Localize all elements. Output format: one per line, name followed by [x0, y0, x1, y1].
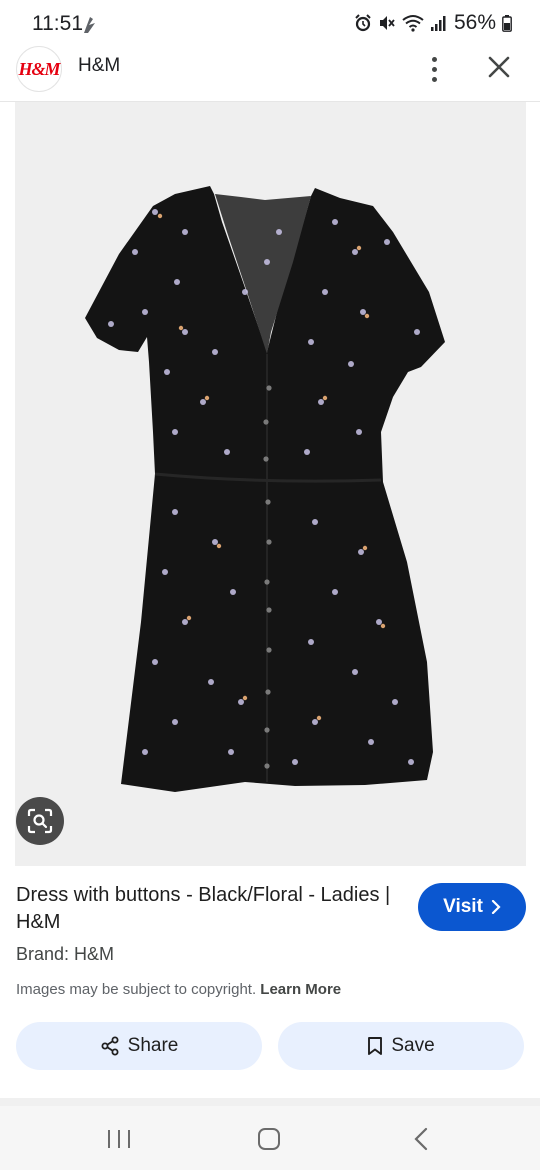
brand-logo[interactable]: H&M	[16, 46, 62, 92]
back-icon[interactable]	[412, 1127, 430, 1151]
share-label: Share	[127, 1035, 179, 1056]
chevron-right-icon	[491, 900, 501, 914]
notification-icon	[84, 17, 95, 33]
status-icons: 56%	[354, 11, 512, 35]
alarm-icon	[355, 14, 371, 32]
status-time: 11:51	[32, 12, 83, 35]
more-vert-icon[interactable]	[420, 50, 448, 88]
close-icon[interactable]	[484, 52, 514, 82]
copyright-text: Images may be subject to copyright.	[16, 981, 257, 998]
mute-icon	[379, 16, 395, 30]
result-panel: Dress with buttons - Black/Floral - Ladi…	[0, 866, 540, 1098]
share-button[interactable]: Share	[16, 1022, 262, 1070]
battery-percent: 56%	[453, 11, 496, 34]
save-button[interactable]: Save	[278, 1022, 524, 1070]
system-nav-bar	[0, 1106, 540, 1170]
brand-line: Brand: H&M	[16, 944, 115, 964]
signal-icon	[430, 16, 446, 31]
app-header: H&M H&M	[0, 46, 540, 102]
recents-icon[interactable]	[108, 1130, 130, 1148]
wifi-icon	[402, 15, 424, 32]
divider	[0, 1098, 540, 1106]
lens-glyph-icon	[27, 808, 53, 834]
dress-illustration	[85, 186, 445, 792]
visit-button[interactable]: Visit	[418, 883, 526, 931]
visit-label: Visit	[443, 896, 483, 917]
battery-icon	[502, 14, 512, 32]
bookmark-icon	[368, 1037, 383, 1055]
status-bar: 11:51 56%	[0, 0, 540, 46]
home-icon[interactable]	[258, 1128, 280, 1150]
product-image[interactable]	[15, 102, 526, 866]
save-label: Save	[391, 1035, 435, 1056]
header-title[interactable]: H&M	[78, 55, 120, 77]
brand-logo-text: H&M	[18, 58, 60, 79]
share-icon	[101, 1036, 119, 1056]
result-title[interactable]: Dress with buttons - Black/Floral - Ladi…	[16, 882, 396, 936]
learn-more-link[interactable]: Learn More	[260, 981, 341, 998]
copyright-notice: Images may be subject to copyright. Lear…	[16, 981, 341, 998]
lens-search-icon[interactable]	[16, 797, 64, 845]
